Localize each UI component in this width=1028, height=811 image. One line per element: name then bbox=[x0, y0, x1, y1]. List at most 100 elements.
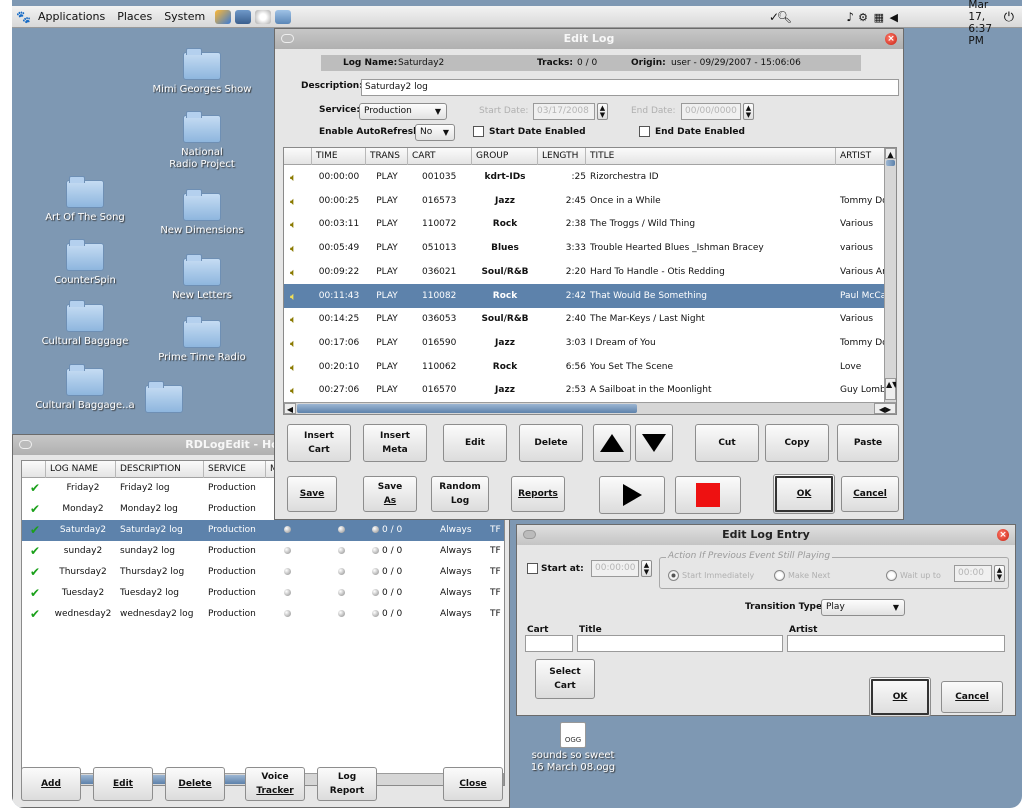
wait-up-to-input[interactable]: 00:00 bbox=[954, 565, 992, 582]
wait-up-to-spinner[interactable]: ▲ ▼ bbox=[994, 565, 1005, 582]
clock[interactable]: Mon Mar 17, 6:37 PM bbox=[968, 0, 992, 47]
start-date-spinner[interactable]: ▲ ▼ bbox=[597, 103, 608, 120]
music-note-icon[interactable]: ♪ bbox=[846, 10, 854, 24]
col-log-name[interactable]: LOG NAME bbox=[46, 461, 116, 478]
log-row[interactable]: ✔ Tuesday2 Tuesday2 log Production 0 / 0 Alwa… bbox=[22, 583, 504, 604]
radio-start-immediately[interactable] bbox=[668, 570, 679, 581]
play-button[interactable] bbox=[599, 476, 665, 514]
start-at-checkbox[interactable] bbox=[527, 563, 538, 574]
log-row[interactable]: ✔ Thursday2 Thursday2 log Production 0 / 0 Al… bbox=[22, 562, 504, 583]
cart-input[interactable] bbox=[525, 635, 573, 652]
select-cart-button[interactable]: Select Cart bbox=[535, 659, 595, 699]
gnome-foot-icon[interactable]: 🐾 bbox=[16, 10, 31, 24]
window-menu-icon[interactable] bbox=[19, 440, 32, 449]
start-date-input[interactable]: 03/17/2008 bbox=[533, 103, 595, 120]
volume-icon[interactable]: ◀ bbox=[890, 11, 898, 24]
monitor-icon[interactable]: ▦ bbox=[874, 11, 884, 24]
log-event-row[interactable]: 🔈︎ 00:09:22 PLAY 036021 Soul/R&B 2:20 Hard To … bbox=[284, 260, 884, 284]
col-artist[interactable]: ARTIST bbox=[836, 148, 886, 165]
edit-log-button[interactable]: Edit bbox=[93, 767, 153, 801]
random-log-button[interactable]: Random Log bbox=[431, 476, 489, 512]
desktop-icon-cultural-baggage-a[interactable]: Cultural Baggage..a bbox=[30, 364, 140, 412]
desktop-folder-partial[interactable] bbox=[145, 381, 183, 413]
cancel-button[interactable]: Cancel bbox=[841, 476, 899, 512]
reports-button[interactable]: Reports bbox=[511, 476, 565, 512]
event-list-vscroll[interactable]: ▲ ▲▼ bbox=[884, 148, 896, 402]
col-description[interactable]: DESCRIPTION bbox=[116, 461, 204, 478]
window-menu-icon[interactable] bbox=[281, 34, 294, 43]
col-service[interactable]: SERVICE bbox=[204, 461, 266, 478]
artist-input[interactable] bbox=[787, 635, 1005, 652]
insert-meta-button[interactable]: Insert Meta bbox=[363, 424, 427, 462]
cut-button[interactable]: Cut bbox=[695, 424, 759, 462]
stop-button[interactable] bbox=[675, 476, 741, 514]
log-event-row[interactable]: 🔈︎ 00:17:06 PLAY 016590 Jazz 3:03 I Dream of Y… bbox=[284, 331, 884, 355]
log-event-row[interactable]: 🔈︎ 00:11:43 PLAY 110082 Rock 2:42 That Would B… bbox=[284, 283, 884, 308]
event-list-hscroll[interactable]: ◀ ◀▶ bbox=[284, 402, 896, 414]
close-window-icon[interactable]: × bbox=[997, 529, 1009, 541]
log-event-row[interactable]: 🔈︎ 00:05:49 PLAY 051013 Blues 3:33 Trouble Hea… bbox=[284, 236, 884, 260]
entry-cancel-button[interactable]: Cancel bbox=[941, 681, 1003, 713]
log-event-row[interactable]: 🔈︎ 00:00:00 PLAY 001035 kdrt-IDs:25 Rizorches… bbox=[284, 165, 884, 189]
title-input[interactable] bbox=[577, 635, 783, 652]
edit-log-titlebar[interactable]: Edit Log × bbox=[275, 29, 903, 49]
start-at-spinner[interactable]: ▲ ▼ bbox=[641, 560, 652, 577]
log-event-row[interactable]: 🔈︎ 00:20:10 PLAY 110062 Rock 6:56 You Set The … bbox=[284, 355, 884, 379]
window-menu-icon[interactable] bbox=[523, 530, 536, 539]
edit-log-entry-titlebar[interactable]: Edit Log Entry × bbox=[517, 525, 1015, 545]
voice-tracker-button[interactable]: Voice Tracker bbox=[245, 767, 305, 801]
scroll-down-icon[interactable]: ▲▼ bbox=[885, 378, 896, 400]
firefox-launcher-icon[interactable] bbox=[215, 9, 232, 24]
vscroll-thumb[interactable] bbox=[886, 160, 895, 166]
end-date-input[interactable]: 00/00/0000 bbox=[681, 103, 741, 120]
end-date-enabled-checkbox[interactable] bbox=[639, 126, 650, 137]
insert-cart-button[interactable]: Insert Cart bbox=[287, 424, 351, 462]
add-button[interactable]: Add bbox=[21, 767, 81, 801]
menu-applications[interactable]: Applications bbox=[32, 10, 111, 23]
col-time[interactable]: TIME bbox=[312, 148, 366, 165]
desktop-icon-counterspin[interactable]: CounterSpin bbox=[30, 239, 140, 287]
paste-button[interactable]: Paste bbox=[837, 424, 899, 462]
desktop-icon-prime-time-radio[interactable]: Prime Time Radio bbox=[147, 316, 257, 364]
settings-icon[interactable]: ⚙ bbox=[858, 11, 868, 24]
desktop-icon-national-radio[interactable]: National Radio Project bbox=[147, 111, 257, 171]
start-date-enabled-checkbox[interactable] bbox=[473, 126, 484, 137]
service-select[interactable]: Production ▼ bbox=[359, 103, 447, 120]
log-event-row[interactable]: 🔈︎ 00:14:25 PLAY 036053 Soul/R&B 2:40 The Mar-… bbox=[284, 307, 884, 331]
log-event-row[interactable]: 🔈︎ 00:00:25 PLAY 016573 Jazz 2:45 Once in a Wh… bbox=[284, 189, 884, 213]
transition-type-select[interactable]: Play ▼ bbox=[821, 599, 905, 616]
edit-event-button[interactable]: Edit bbox=[443, 424, 507, 462]
start-at-input[interactable]: 00:00:00 bbox=[591, 560, 639, 577]
log-report-button[interactable]: Log Report bbox=[317, 767, 377, 801]
close-button[interactable]: Close bbox=[443, 767, 503, 801]
close-window-icon[interactable]: × bbox=[885, 33, 897, 45]
save-button[interactable]: Save bbox=[287, 476, 337, 512]
log-event-row[interactable]: 🔈︎ 00:03:11 PLAY 110072 Rock 2:38 The Troggs /… bbox=[284, 212, 884, 236]
menu-system[interactable]: System bbox=[158, 10, 211, 23]
desktop-icon-cultural-baggage[interactable]: Cultural Baggage bbox=[30, 300, 140, 348]
delete-log-button[interactable]: Delete bbox=[165, 767, 225, 801]
scroll-left-icon[interactable]: ◀ bbox=[284, 403, 296, 414]
desktop-icon-new-dimensions[interactable]: New Dimensions bbox=[147, 189, 257, 237]
ok-button[interactable]: OK bbox=[773, 474, 835, 514]
end-date-spinner[interactable]: ▲ ▼ bbox=[743, 103, 754, 120]
delete-event-button[interactable]: Delete bbox=[519, 424, 583, 462]
mail-launcher-icon[interactable] bbox=[235, 9, 252, 24]
description-input[interactable]: Saturday2 log bbox=[361, 79, 899, 96]
col-cart[interactable]: CART bbox=[408, 148, 472, 165]
search-icon[interactable]: 🔍︎ bbox=[777, 10, 792, 24]
help-launcher-icon[interactable] bbox=[255, 9, 272, 24]
desktop-icon-new-letters[interactable]: New Letters bbox=[147, 254, 257, 302]
hscroll-thumb[interactable] bbox=[297, 404, 637, 413]
log-row[interactable]: ✔ Saturday2 Saturday2 log Production 0 / 0 Al… bbox=[22, 520, 504, 541]
terminal-launcher-icon[interactable] bbox=[275, 9, 292, 24]
desktop-icon-mimi-georges[interactable]: Mimi Georges Show bbox=[147, 48, 257, 96]
move-up-button[interactable] bbox=[593, 424, 631, 462]
scroll-up-icon[interactable]: ▲ bbox=[885, 148, 896, 159]
log-row[interactable]: ✔ sunday2 sunday2 log Production 0 / 0 Always… bbox=[22, 541, 504, 562]
entry-ok-button[interactable]: OK bbox=[869, 677, 931, 717]
col-title[interactable]: TITLE bbox=[586, 148, 836, 165]
col-length[interactable]: LENGTH bbox=[538, 148, 586, 165]
radio-make-next[interactable] bbox=[774, 570, 785, 581]
scroll-right-icon[interactable]: ◀▶ bbox=[874, 403, 896, 414]
